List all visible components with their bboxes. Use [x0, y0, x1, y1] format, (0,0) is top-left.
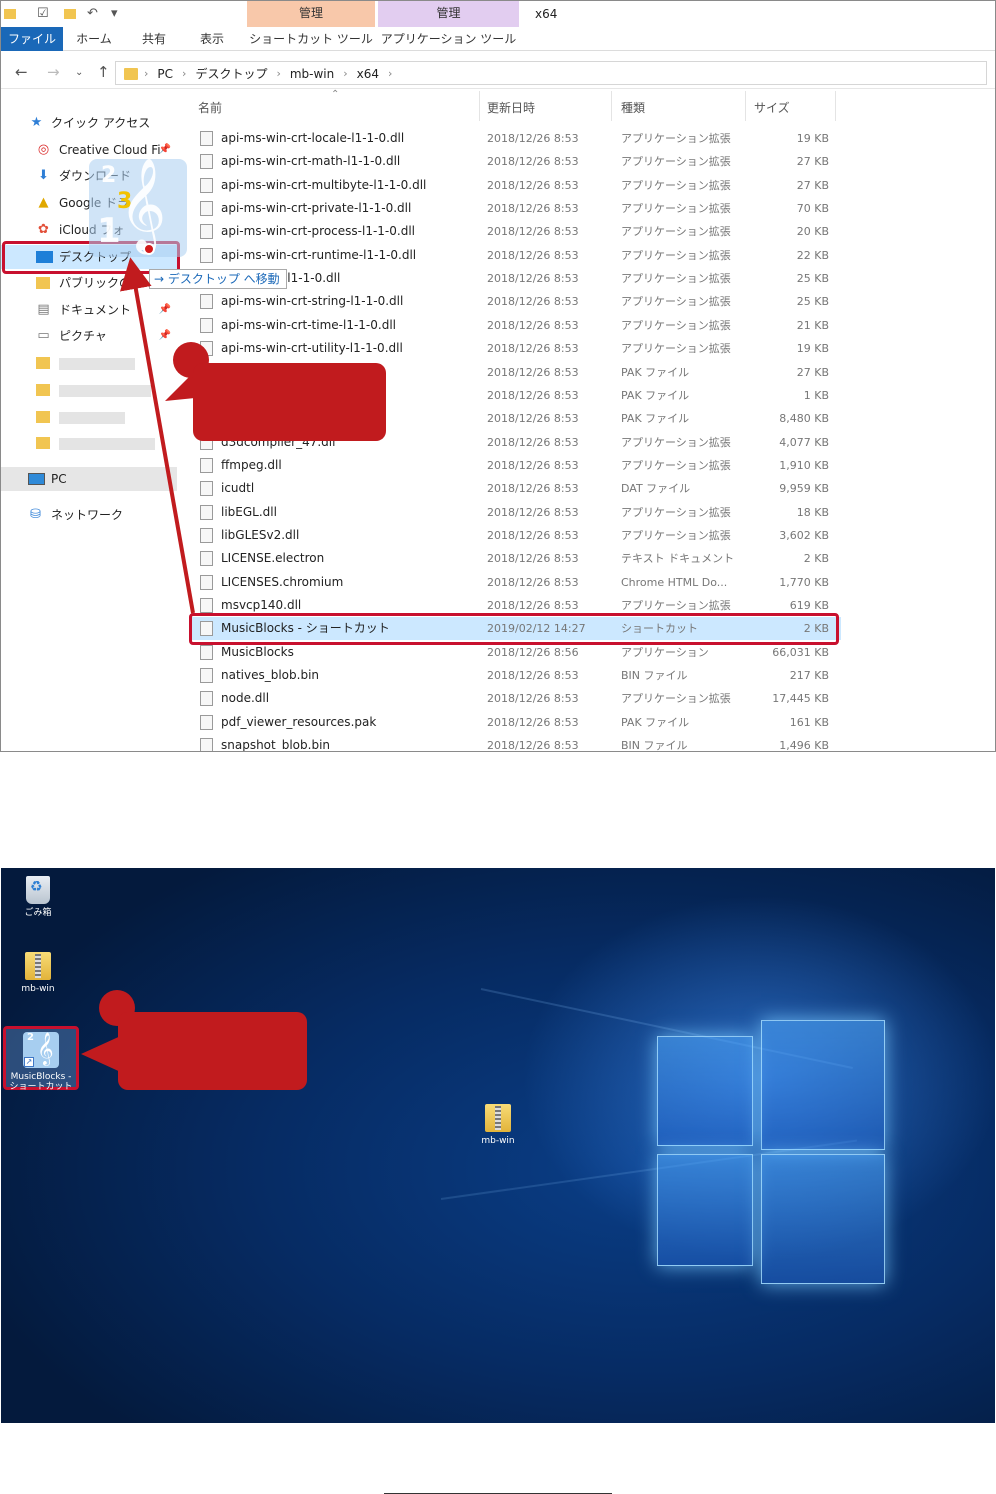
- windows-desktop: ごみ箱 mb-win 2𝄞↗ MusicBlocks - ショートカット mb-…: [1, 868, 995, 1423]
- callout-box-2: [118, 1012, 307, 1090]
- file-explorer-window: ☑ ↶ ▾ 管理 ショートカット ツール 管理 アプリケーション ツール x64…: [0, 0, 996, 752]
- drag-arrow: [120, 257, 195, 614]
- callout-box-1: [193, 363, 386, 441]
- callout-pointer-overlay: [81, 1034, 125, 1074]
- drag-arrow-overlay: [120, 257, 205, 614]
